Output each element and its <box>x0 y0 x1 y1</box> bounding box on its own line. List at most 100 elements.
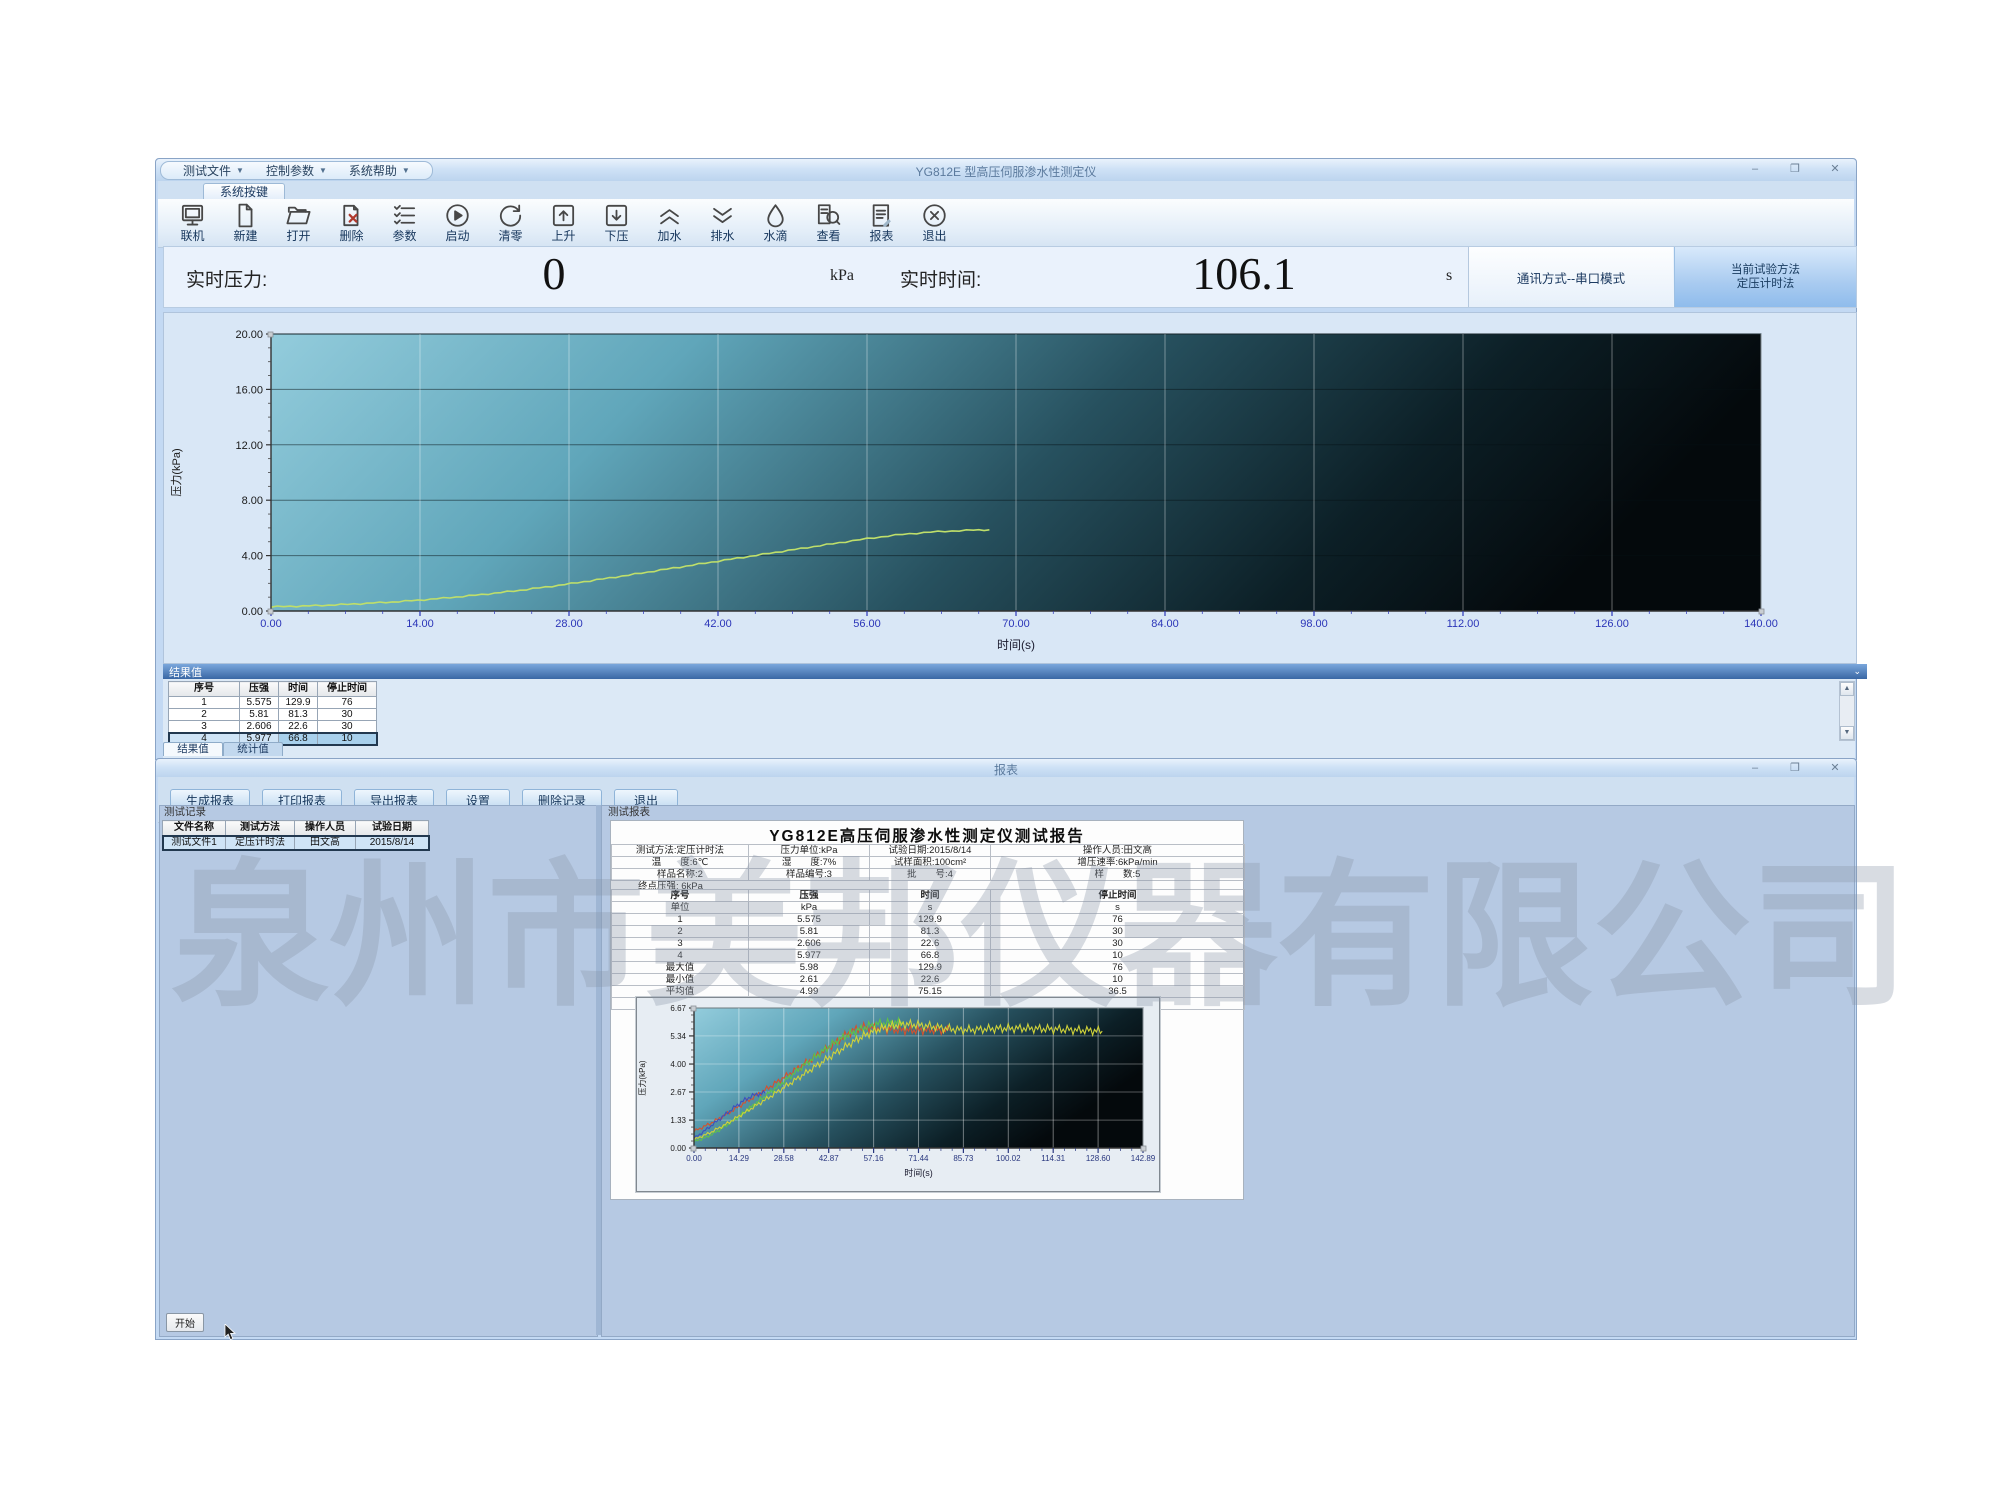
toolbar-button-1[interactable]: 新建 <box>219 199 272 247</box>
chevron-down-icon: ▼ <box>236 166 244 175</box>
minimize-button[interactable]: – <box>1742 162 1768 177</box>
close-button[interactable]: ✕ <box>1822 162 1848 177</box>
report-table-cell: 22.6 <box>870 938 991 950</box>
report-info-cell: 试验日期:2015/8/14 <box>870 845 991 857</box>
toolbar-button-9[interactable]: 加水 <box>643 199 696 247</box>
pressure-label: 实时压力: <box>186 265 267 292</box>
report-info-row: 温 度:6℃湿 度:7%试样面积:100cm²增压速率:6kPa/min <box>612 857 1245 869</box>
report-view-panel: 测试报表 YG812E高压伺服渗水性测定仪测试报告 测试方法:定压计时法压力单位… <box>601 805 1855 1337</box>
minimize-button[interactable]: – <box>1742 761 1768 776</box>
tab-results-values[interactable]: 结果值 <box>163 742 223 756</box>
report-table-cell: 81.3 <box>870 926 991 938</box>
menu-item-1[interactable]: 控制参数▼ <box>258 162 335 179</box>
report-table-cell: 4 <box>612 950 749 962</box>
toolbar-button-12[interactable]: 查看 <box>802 199 855 247</box>
report-info-cell: 湿 度:7% <box>749 857 870 869</box>
records-header-row: 文件名称测试方法操作人员试验日期 <box>163 821 429 836</box>
pin-icon[interactable]: ⌄ <box>1853 666 1861 677</box>
results-table: 序号压强时间停止时间15.575129.97625.8181.33032.606… <box>168 681 377 745</box>
report-table-cell: 10 <box>991 974 1245 986</box>
desktop: YG812E 型高压伺服渗水性测定仪 测试文件▼控制参数▼系统帮助▼ –❐✕ 系… <box>0 0 2000 1500</box>
report-table-cell: 最大值 <box>612 962 749 974</box>
time-label: 实时时间: <box>900 265 981 292</box>
report-table-cell: 22.6 <box>870 974 991 986</box>
table-row[interactable]: 32.60622.630 <box>169 721 377 733</box>
results-col-header: 停止时间 <box>318 682 377 697</box>
results-bar: 结果值 ⌄ <box>163 664 1867 679</box>
results-col-header: 压强 <box>240 682 279 697</box>
results-cell: 10 <box>318 733 377 745</box>
toolbar-button-label: 上升 <box>551 230 575 243</box>
report-table-cell: 66.8 <box>870 950 991 962</box>
results-cell: 30 <box>318 721 377 733</box>
scroll-down-arrow[interactable]: ▼ <box>1840 726 1854 740</box>
report-info-row: 样品名称:2样品编号:3批 号:4样 数:5 <box>612 869 1245 881</box>
svg-text:28.58: 28.58 <box>774 1154 795 1163</box>
svg-text:4.00: 4.00 <box>242 551 263 563</box>
toolbar-button-7[interactable]: 上升 <box>537 199 590 247</box>
menu-item-2[interactable]: 系统帮助▼ <box>341 162 418 179</box>
svg-text:42.00: 42.00 <box>704 618 732 630</box>
table-row[interactable]: 25.8181.330 <box>169 709 377 721</box>
toolbar-button-8[interactable]: 下压 <box>590 199 643 247</box>
toolbar-button-6[interactable]: 清零 <box>484 199 537 247</box>
report-table-cell: 2 <box>612 926 749 938</box>
reset-icon <box>496 201 525 230</box>
comm-mode-button[interactable]: 通讯方式--串口模式 <box>1469 247 1673 307</box>
toolbar-button-11[interactable]: 水滴 <box>749 199 802 247</box>
report-data-table: 序号压强时间停止时间单位kPass15.575129.97625.8181.33… <box>611 889 1245 1010</box>
report-info-grid: 测试方法:定压计时法压力单位:kPa试验日期:2015/8/14操作人员:田文高… <box>611 844 1245 881</box>
toolbar-button-10[interactable]: 排水 <box>696 199 749 247</box>
test-method-button[interactable]: 当前试验方法 定压计时法 <box>1674 247 1856 307</box>
svg-text:12.00: 12.00 <box>235 440 263 452</box>
start-button[interactable]: 开始 <box>166 1313 204 1332</box>
report-table-cell: 75.15 <box>870 986 991 998</box>
maximize-button[interactable]: ❐ <box>1782 761 1808 776</box>
tab-system-keys[interactable]: 系统按键 <box>203 183 285 200</box>
scroll-up-arrow[interactable]: ▲ <box>1840 682 1854 696</box>
main-toolbar: 联机 新建打开 删除参数启动清零 上升 下压加水排水水滴查看报表 退出 <box>158 199 1854 248</box>
report-info-cell: 试样面积:100cm² <box>870 857 991 869</box>
report-table-cell: 序号 <box>612 890 749 902</box>
maximize-button[interactable]: ❐ <box>1782 162 1808 177</box>
toolbar-button-label: 清零 <box>498 230 522 243</box>
results-scrollbar[interactable]: ▲ ▼ <box>1839 681 1855 741</box>
svg-text:100.02: 100.02 <box>996 1154 1021 1163</box>
toolbar-button-2[interactable]: 打开 <box>272 199 325 247</box>
tab-statistics-values[interactable]: 统计值 <box>223 742 283 756</box>
toolbar-button-0[interactable]: 联机 <box>166 199 219 247</box>
close-button[interactable]: ✕ <box>1822 761 1848 776</box>
report-table-cell: 2.606 <box>749 938 870 950</box>
toolbar-button-13[interactable]: 报表 <box>855 199 908 247</box>
svg-text:5.34: 5.34 <box>670 1032 686 1041</box>
table-row[interactable]: 15.575129.976 <box>169 697 377 709</box>
results-col-header: 时间 <box>279 682 318 697</box>
toolbar-button-4[interactable]: 参数 <box>378 199 431 247</box>
report-table-cell: 4.99 <box>749 986 870 998</box>
menu-item-0[interactable]: 测试文件 ▼ <box>175 162 252 179</box>
toolbar-button-label: 打开 <box>286 230 310 243</box>
report-info-cell: 操作人员:田文高 <box>991 845 1245 857</box>
report-table-row: 45.97766.810 <box>612 950 1245 962</box>
menu-item-label: 测试文件 <box>183 162 231 179</box>
svg-text:时间(s): 时间(s) <box>997 638 1035 652</box>
results-cell: 66.8 <box>279 733 318 745</box>
svg-text:57.16: 57.16 <box>864 1154 885 1163</box>
records-cell: 2015/8/14 <box>356 836 429 850</box>
toolbar-button-label: 联机 <box>180 230 204 243</box>
report-table-cell: 时间 <box>870 890 991 902</box>
report-info-cell: 批 号:4 <box>870 869 991 881</box>
toolbar-button-label: 报表 <box>869 230 893 243</box>
report-titlebar: 报表 –❐ ✕ <box>156 759 1856 777</box>
toolbar-button-3[interactable]: 删除 <box>325 199 378 247</box>
records-cell: 田文高 <box>295 836 356 850</box>
report-window-title: 报表 <box>156 761 1856 778</box>
list-item[interactable]: 测试文件1定压计时法田文高2015/8/14 <box>163 836 429 850</box>
toolbar-button-5[interactable]: 启动 <box>431 199 484 247</box>
toolbar-button-14[interactable]: 退出 <box>908 199 961 247</box>
test-method-line1: 当前试验方法 <box>1731 263 1800 277</box>
results-header-row: 序号压强时间停止时间 <box>169 682 377 697</box>
results-cell: 1 <box>169 697 240 709</box>
new-file-icon <box>231 201 260 230</box>
results-cell: 3 <box>169 721 240 733</box>
